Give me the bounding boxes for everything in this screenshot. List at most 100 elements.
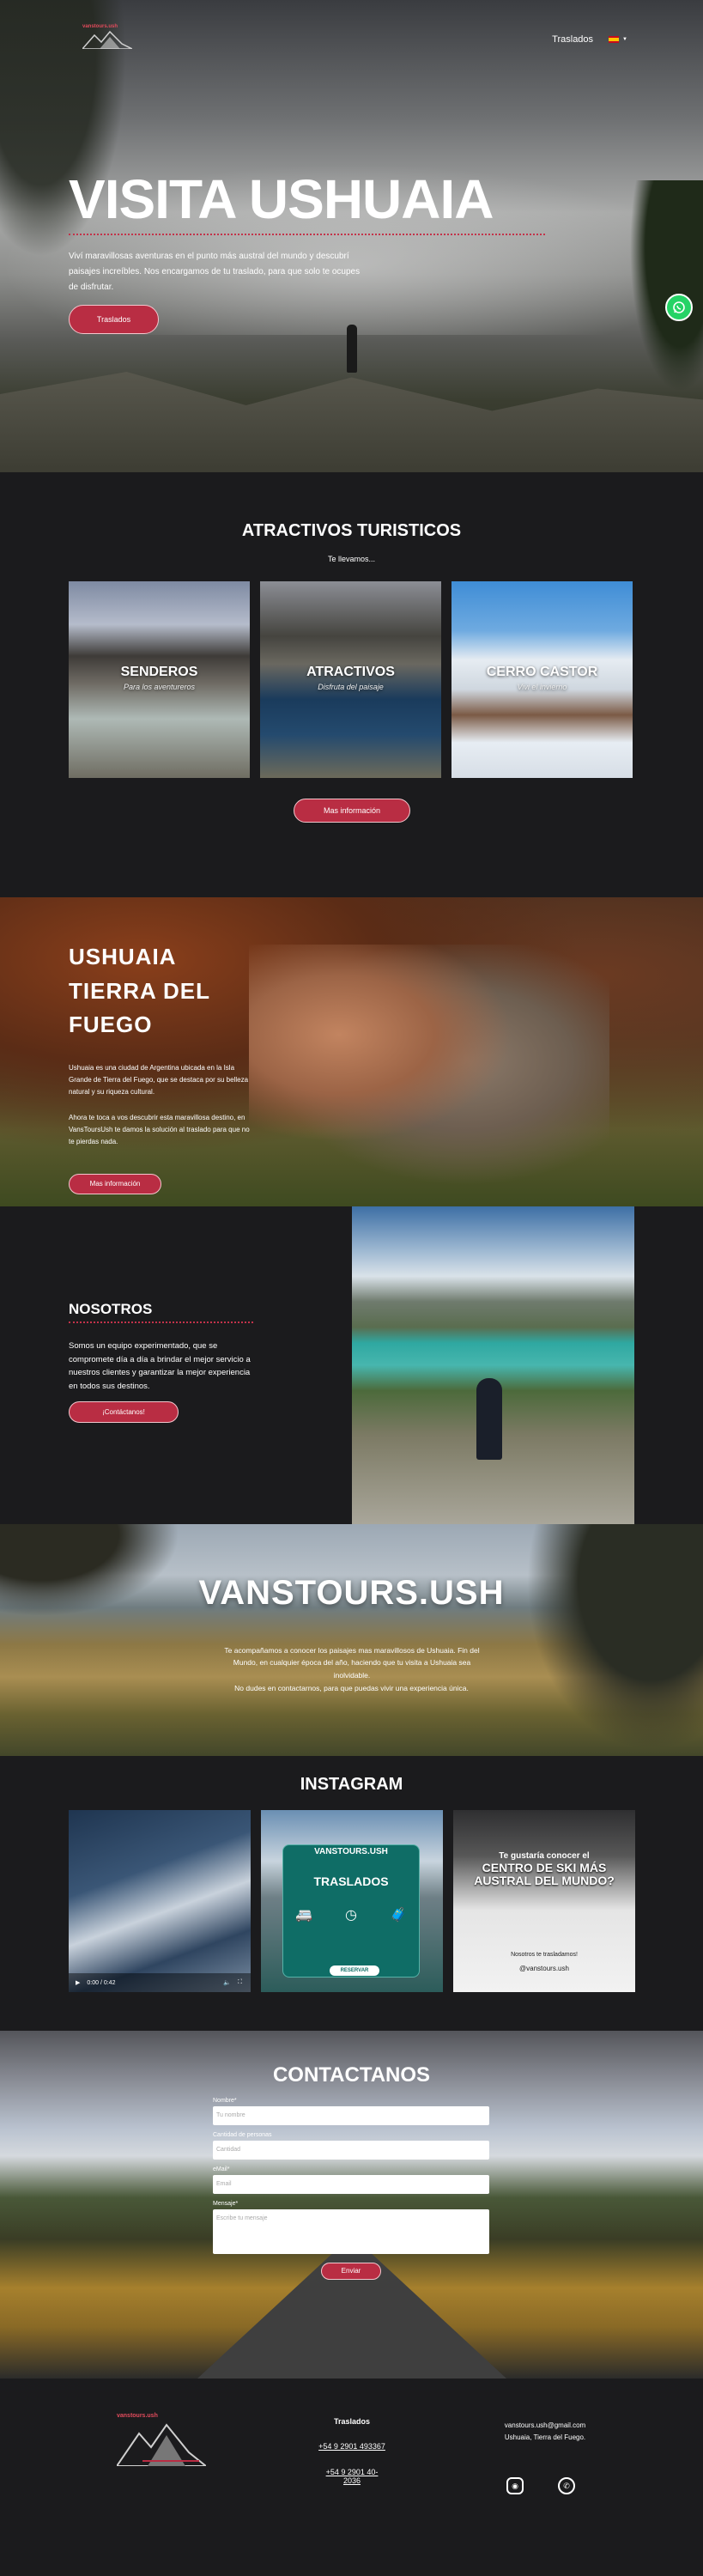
contact-form: Nombre* Tu nombre Cantidad de personas C… xyxy=(213,2098,489,2280)
luggage-icon: 🧳 xyxy=(390,1908,407,1923)
site-logo[interactable]: vanstours.ush xyxy=(82,24,132,50)
footer-email[interactable]: vanstours.ush@gmail.com xyxy=(502,2420,588,2432)
footer-nav-title[interactable]: Traslados xyxy=(318,2417,386,2426)
card-subtitle: Vivi el invierno xyxy=(517,683,567,691)
name-field[interactable]: Tu nombre xyxy=(213,2106,489,2125)
logo-text: vanstours.ush xyxy=(82,24,118,29)
email-label: eMail* xyxy=(213,2166,230,2172)
about-title: NOSOTROS xyxy=(69,1301,153,1317)
vans-tree-right xyxy=(523,1524,703,1756)
attractions-subtitle: Te llevamos... xyxy=(327,555,376,563)
post-line1: Te gustaría conocer el xyxy=(499,1851,590,1861)
hero-traslados-button[interactable]: Traslados xyxy=(69,305,159,334)
card-subtitle: Disfruta del paisaje xyxy=(318,683,384,691)
footer-contact-info: vanstours.ush@gmail.com Ushuaia, Tierra … xyxy=(502,2420,588,2443)
instagram-video-post[interactable]: ▶ 0:00 / 0:42 🔈 ⛶ xyxy=(69,1810,251,1992)
spain-flag-icon xyxy=(609,36,620,43)
attractions-more-info-button[interactable]: Mas información xyxy=(294,799,410,823)
logo-mountain-icon xyxy=(82,30,132,49)
footer-logo[interactable]: vanstours.ush xyxy=(117,2413,206,2466)
volume-icon[interactable]: 🔈 xyxy=(223,1979,231,1986)
card-title: ATRACTIVOS xyxy=(306,665,395,679)
contact-section: CONTACTANOS Nombre* Tu nombre Cantidad d… xyxy=(0,2031,703,2379)
ushuaia-more-info-button[interactable]: Mas información xyxy=(69,1174,161,1194)
ushuaia-title-line2: TIERRA DEL xyxy=(69,977,211,1004)
post-icons: 🚐 ◷ 🧳 xyxy=(295,1906,407,1923)
card-subtitle: Para los aventureros xyxy=(123,683,196,691)
vanstours-section: VANSTOURS.USH Te acompañamos a conocer l… xyxy=(0,1524,703,1756)
post-line2: CENTRO DE SKI MÁS AUSTRAL DEL MUNDO? xyxy=(474,1861,615,1887)
fullscreen-icon[interactable]: ⛶ xyxy=(238,1979,242,1986)
post-title: TRASLADOS xyxy=(313,1874,389,1888)
hero-title-underline xyxy=(69,234,545,235)
footer-location: Ushuaia, Tierra del Fuego. xyxy=(504,2433,586,2441)
post-brand: VANSTOURS.USH xyxy=(314,1847,388,1856)
hero-section: vanstours.ush Traslados ▼ VISITA USHUAIA… xyxy=(0,0,703,472)
footer-mountain-icon xyxy=(117,2423,206,2466)
contact-us-button[interactable]: ¡Contáctanos! xyxy=(69,1401,179,1423)
post-handle: @vanstours.ush xyxy=(519,1965,569,1972)
post-line3: Nosotros te trasladamos! xyxy=(511,1952,578,1958)
instagram-icon[interactable]: ◉ xyxy=(506,2477,524,2494)
attraction-cards: SENDEROS Para los aventureros ATRACTIVOS… xyxy=(69,581,633,778)
ushuaia-paragraph-2: Ahora te toca a vos descubrir esta marav… xyxy=(69,1114,250,1145)
about-section: NOSOTROS Somos un equipo experimentado, … xyxy=(0,1206,703,1524)
about-title-underline xyxy=(69,1321,253,1323)
vanstours-paragraph-2: No dudes en contactarnos, para que pueda… xyxy=(234,1684,469,1692)
instagram-traslados-post[interactable]: VANSTOURS.USH TRASLADOS 🚐 ◷ 🧳 RESERVAR xyxy=(261,1810,443,1992)
about-text: Somos un equipo experimentado, que se co… xyxy=(69,1341,251,1392)
card-title: SENDEROS xyxy=(120,665,198,679)
message-field[interactable]: Escribe tu mensaje xyxy=(213,2209,489,2254)
instagram-ski-post[interactable]: Te gustaría conocer el CENTRO DE SKI MÁS… xyxy=(453,1810,635,1992)
ushuaia-title: USHUAIA TIERRA DEL FUEGO xyxy=(69,940,210,1042)
attractions-title: ATRACTIVOS TURISTICOS xyxy=(241,521,462,540)
language-switcher[interactable]: ▼ xyxy=(609,36,627,43)
ushuaia-title-line1: USHUAIA xyxy=(69,944,177,969)
footer-phone-1[interactable]: +54 9 2901 493367 xyxy=(318,2442,386,2451)
hero-title: VISITA USHUAIA xyxy=(69,168,494,230)
site-footer: vanstours.ush Traslados +54 9 2901 49336… xyxy=(0,2379,703,2533)
van-icon: 🚐 xyxy=(295,1908,312,1923)
vanstours-paragraph-1: Te acompañamos a conocer los paisajes ma… xyxy=(224,1646,480,1680)
hero-hiker-figure xyxy=(347,325,357,373)
footer-logo-text: vanstours.ush xyxy=(117,2413,158,2419)
footer-nav: Traslados +54 9 2901 493367 +54 9 2901 4… xyxy=(318,2417,386,2502)
hero-mountain-ground xyxy=(0,372,703,472)
footer-phone-2[interactable]: +54 9 2901 40-2036 xyxy=(318,2468,386,2485)
nav-item-traslados[interactable]: Traslados xyxy=(552,34,593,45)
hero-text: Viví maravillosas aventuras en el punto … xyxy=(69,252,361,292)
chevron-down-icon: ▼ xyxy=(622,37,627,42)
ushuaia-paragraph-1: Ushuaia es una ciudad de Argentina ubica… xyxy=(69,1064,249,1096)
video-time: 0:00 / 0:42 xyxy=(87,1979,116,1986)
instagram-section: INSTAGRAM ▶ 0:00 / 0:42 🔈 ⛶ VANSTOURS.US… xyxy=(0,1756,703,2031)
ushuaia-section: USHUAIA TIERRA DEL FUEGO Ushuaia es una … xyxy=(0,897,703,1206)
card-title: CERRO CASTOR xyxy=(486,665,598,679)
fox-image xyxy=(249,945,609,1202)
footer-social-links: ◉ ✆ xyxy=(506,2477,575,2494)
instagram-posts: ▶ 0:00 / 0:42 🔈 ⛶ VANSTOURS.USH TRASLADO… xyxy=(69,1810,635,1992)
message-label: Mensaje* xyxy=(213,2201,239,2207)
email-field[interactable]: Email xyxy=(213,2175,489,2194)
whatsapp-icon[interactable] xyxy=(665,294,693,321)
vanstours-title: VANSTOURS.USH xyxy=(198,1574,505,1612)
send-button[interactable]: Enviar xyxy=(321,2263,381,2280)
about-hiker-figure xyxy=(476,1378,502,1460)
top-navigation: Traslados ▼ xyxy=(552,34,627,45)
ushuaia-title-line3: FUEGO xyxy=(69,1012,153,1038)
instagram-title: INSTAGRAM xyxy=(300,1775,403,1794)
card-senderos[interactable]: SENDEROS Para los aventureros xyxy=(69,581,250,778)
clock-icon: ◷ xyxy=(345,1908,357,1923)
contact-title: CONTACTANOS xyxy=(272,2063,431,2087)
hero-tree-right xyxy=(626,180,703,404)
play-icon[interactable]: ▶ xyxy=(76,1979,80,1986)
attractions-section: ATRACTIVOS TURISTICOS Te llevamos... SEN… xyxy=(0,472,703,897)
reservar-button: RESERVAR xyxy=(330,1965,379,1976)
about-lake-photo xyxy=(352,1206,634,1524)
whatsapp-icon[interactable]: ✆ xyxy=(558,2477,575,2494)
people-label: Cantidad de personas xyxy=(213,2132,272,2138)
people-count-field[interactable]: Cantidad xyxy=(213,2141,489,2160)
card-cerro-castor[interactable]: CERRO CASTOR Vivi el invierno xyxy=(451,581,633,778)
video-controls: ▶ 0:00 / 0:42 🔈 ⛶ xyxy=(69,1973,251,1992)
name-label: Nombre* xyxy=(213,2098,237,2104)
card-atractivos[interactable]: ATRACTIVOS Disfruta del paisaje xyxy=(260,581,441,778)
